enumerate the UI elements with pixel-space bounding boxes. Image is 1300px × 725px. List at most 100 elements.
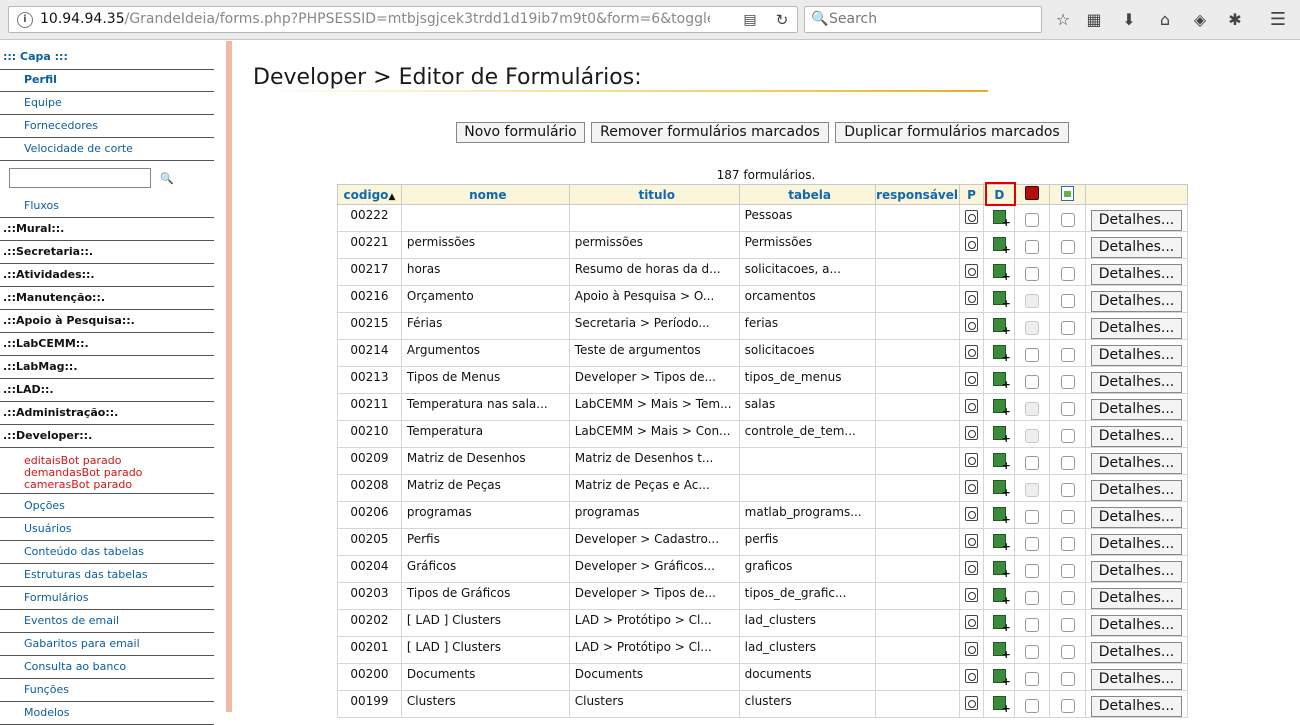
- cell-delete-check[interactable]: [1014, 582, 1051, 610]
- details-button[interactable]: Detalhes...: [1090, 453, 1182, 474]
- delete-checkbox[interactable]: [1025, 267, 1040, 281]
- header-titulo[interactable]: titulo: [568, 184, 740, 205]
- bookmark-star-icon[interactable]: ☆: [1050, 6, 1076, 32]
- cell-download[interactable]: [983, 663, 1016, 691]
- cell-delete-check[interactable]: [1014, 258, 1051, 286]
- cell-duplicate-check[interactable]: [1049, 420, 1086, 448]
- preview-icon[interactable]: [965, 669, 978, 683]
- cell-preview[interactable]: [958, 501, 985, 529]
- details-button[interactable]: Detalhes...: [1090, 210, 1182, 231]
- cell-duplicate-check[interactable]: [1049, 663, 1086, 691]
- export-icon[interactable]: [992, 588, 1011, 607]
- details-button[interactable]: Detalhes...: [1090, 534, 1182, 555]
- sidebar-item-conteudo[interactable]: Conteúdo das tabelas: [0, 541, 214, 564]
- cell-preview[interactable]: [958, 204, 985, 232]
- sidebar-item-consulta[interactable]: Consulta ao banco: [0, 656, 214, 679]
- cell-delete-check[interactable]: [1014, 447, 1051, 475]
- preview-icon[interactable]: [965, 264, 978, 278]
- export-icon[interactable]: [992, 372, 1011, 391]
- details-button[interactable]: Detalhes...: [1090, 399, 1182, 420]
- header-delete[interactable]: [1014, 184, 1051, 205]
- cell-delete-check[interactable]: [1014, 312, 1051, 340]
- preview-icon[interactable]: [965, 561, 978, 575]
- cell-preview[interactable]: [958, 474, 985, 502]
- cell-preview[interactable]: [958, 420, 985, 448]
- cell-duplicate-check[interactable]: [1049, 501, 1086, 529]
- sidebar-section-apoio[interactable]: .::Apoio à Pesquisa::.: [0, 310, 214, 333]
- sidebar-search-input[interactable]: [9, 168, 151, 188]
- duplicate-checkbox[interactable]: [1060, 537, 1075, 551]
- duplicate-checkbox[interactable]: [1060, 645, 1075, 659]
- sidebar-capa[interactable]: ::: Capa :::: [0, 46, 214, 70]
- sidebar-section-developer[interactable]: .::Developer::.: [0, 425, 214, 448]
- sidebar-section-administracao[interactable]: .::Administração::.: [0, 402, 214, 425]
- sidebar-section-secretaria[interactable]: .::Secretaria::.: [0, 241, 214, 264]
- details-button[interactable]: Detalhes...: [1090, 318, 1182, 339]
- home-icon[interactable]: ⌂: [1152, 6, 1178, 32]
- export-icon[interactable]: [992, 480, 1011, 499]
- preview-icon[interactable]: [965, 453, 978, 467]
- preview-icon[interactable]: [965, 642, 978, 656]
- sidebar-item-equipe[interactable]: Equipe: [0, 92, 214, 115]
- downloads-icon[interactable]: ⬇: [1116, 6, 1142, 32]
- duplicate-checkbox[interactable]: [1060, 456, 1075, 470]
- delete-checkbox[interactable]: [1025, 672, 1040, 686]
- cell-download[interactable]: [983, 393, 1016, 421]
- cell-preview[interactable]: [958, 555, 985, 583]
- delete-checkbox[interactable]: [1025, 510, 1040, 524]
- export-icon[interactable]: [992, 345, 1011, 364]
- url-text[interactable]: 10.94.94.35/GrandeIdeia/forms.php?PHPSES…: [40, 7, 710, 32]
- details-button[interactable]: Detalhes...: [1090, 237, 1182, 258]
- preview-icon[interactable]: [965, 399, 978, 413]
- cell-preview[interactable]: [958, 366, 985, 394]
- cell-download[interactable]: [983, 447, 1016, 475]
- export-icon[interactable]: [992, 237, 1011, 256]
- cell-preview[interactable]: [958, 447, 985, 475]
- export-icon[interactable]: [992, 453, 1011, 472]
- cell-preview[interactable]: [958, 636, 985, 664]
- preview-icon[interactable]: [965, 318, 978, 332]
- new-form-button[interactable]: Novo formulário: [456, 122, 585, 143]
- cell-preview[interactable]: [958, 312, 985, 340]
- cell-delete-check[interactable]: [1014, 204, 1051, 232]
- cell-duplicate-check[interactable]: [1049, 690, 1086, 718]
- details-button[interactable]: Detalhes...: [1090, 642, 1182, 663]
- cell-download[interactable]: [983, 501, 1016, 529]
- details-button[interactable]: Detalhes...: [1090, 696, 1182, 717]
- preview-icon[interactable]: [965, 615, 978, 629]
- cell-duplicate-check[interactable]: [1049, 258, 1086, 286]
- cell-preview[interactable]: [958, 231, 985, 259]
- preview-icon[interactable]: [965, 210, 978, 224]
- duplicate-checkbox[interactable]: [1060, 294, 1075, 308]
- duplicate-checkbox[interactable]: [1060, 429, 1075, 443]
- sidebar-item-opcoes[interactable]: Opções: [0, 495, 214, 518]
- export-icon[interactable]: [992, 399, 1011, 418]
- details-button[interactable]: Detalhes...: [1090, 264, 1182, 285]
- cell-duplicate-check[interactable]: [1049, 609, 1086, 637]
- cell-duplicate-check[interactable]: [1049, 366, 1086, 394]
- export-icon[interactable]: [992, 669, 1011, 688]
- cell-delete-check[interactable]: [1014, 231, 1051, 259]
- cell-preview[interactable]: [958, 582, 985, 610]
- cell-duplicate-check[interactable]: [1049, 636, 1086, 664]
- reload-icon[interactable]: ↻: [769, 7, 795, 32]
- cell-download[interactable]: [983, 366, 1016, 394]
- preview-icon[interactable]: [965, 480, 978, 494]
- cell-delete-check[interactable]: [1014, 285, 1051, 313]
- duplicate-checkbox[interactable]: [1060, 618, 1075, 632]
- delete-checkbox[interactable]: [1025, 591, 1040, 605]
- pocket-icon[interactable]: ◈: [1187, 6, 1213, 32]
- cell-duplicate-check[interactable]: [1049, 231, 1086, 259]
- duplicate-checkbox[interactable]: [1060, 267, 1075, 281]
- details-button[interactable]: Detalhes...: [1090, 507, 1182, 528]
- cell-delete-check[interactable]: [1014, 663, 1051, 691]
- export-icon[interactable]: [992, 264, 1011, 283]
- cell-preview[interactable]: [958, 663, 985, 691]
- cell-delete-check[interactable]: [1014, 420, 1051, 448]
- duplicate-forms-button[interactable]: Duplicar formulários marcados: [835, 122, 1069, 143]
- cell-duplicate-check[interactable]: [1049, 555, 1086, 583]
- menu-icon[interactable]: ☰: [1265, 6, 1291, 32]
- duplicate-checkbox[interactable]: [1060, 321, 1075, 335]
- bookmarks-list-icon[interactable]: ▦: [1081, 6, 1107, 32]
- cell-delete-check[interactable]: [1014, 528, 1051, 556]
